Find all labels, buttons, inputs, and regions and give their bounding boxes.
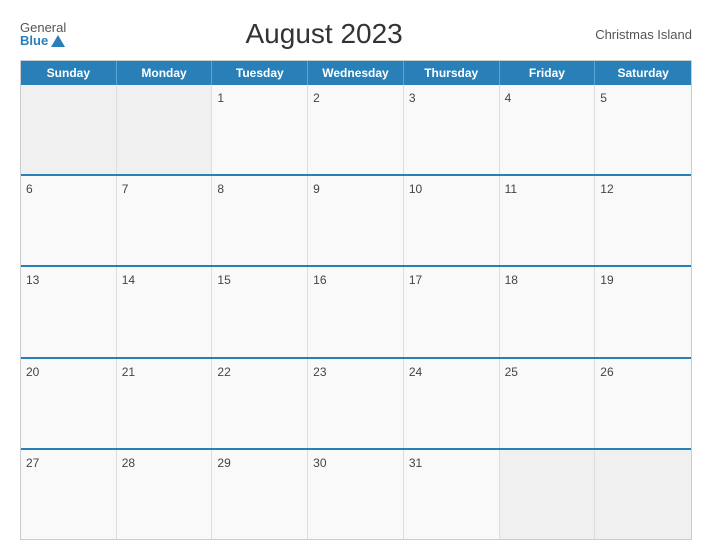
cell-w2-d6: 12 <box>595 176 691 265</box>
cell-w5-d5 <box>500 450 596 539</box>
header-wednesday: Wednesday <box>308 61 404 85</box>
cell-w5-d2: 29 <box>212 450 308 539</box>
day-number: 16 <box>313 273 326 287</box>
cell-w3-d0: 13 <box>21 267 117 356</box>
calendar-header: Sunday Monday Tuesday Wednesday Thursday… <box>21 61 691 85</box>
header: General Blue August 2023 Christmas Islan… <box>20 18 692 50</box>
cell-w2-d2: 8 <box>212 176 308 265</box>
cell-w3-d6: 19 <box>595 267 691 356</box>
day-number: 28 <box>122 456 135 470</box>
day-number: 19 <box>600 273 613 287</box>
day-number: 27 <box>26 456 39 470</box>
cell-w4-d4: 24 <box>404 359 500 448</box>
calendar-body: 1234567891011121314151617181920212223242… <box>21 85 691 539</box>
cell-w3-d1: 14 <box>117 267 213 356</box>
header-tuesday: Tuesday <box>212 61 308 85</box>
day-number: 12 <box>600 182 613 196</box>
cell-w3-d2: 15 <box>212 267 308 356</box>
logo-triangle-icon <box>51 35 65 47</box>
region-label: Christmas Island <box>582 27 692 42</box>
cell-w5-d3: 30 <box>308 450 404 539</box>
cell-w2-d5: 11 <box>500 176 596 265</box>
day-number: 2 <box>313 91 320 105</box>
page: General Blue August 2023 Christmas Islan… <box>0 0 712 550</box>
day-number: 22 <box>217 365 230 379</box>
week-3: 13 14 15 16 17 18 19 <box>21 267 691 358</box>
week-5: 27 28 29 30 31 <box>21 450 691 539</box>
cell-w3-d5: 18 <box>500 267 596 356</box>
day-number: 29 <box>217 456 230 470</box>
cell-w1-d4: 3 <box>404 85 500 174</box>
cell-w1-d5: 4 <box>500 85 596 174</box>
day-number: 21 <box>122 365 135 379</box>
header-monday: Monday <box>117 61 213 85</box>
day-number: 26 <box>600 365 613 379</box>
day-number: 30 <box>313 456 326 470</box>
cell-w2-d1: 7 <box>117 176 213 265</box>
cell-w1-d3: 2 <box>308 85 404 174</box>
calendar: Sunday Monday Tuesday Wednesday Thursday… <box>20 60 692 540</box>
day-number: 7 <box>122 182 129 196</box>
day-number: 31 <box>409 456 422 470</box>
cell-w5-d1: 28 <box>117 450 213 539</box>
cell-w3-d4: 17 <box>404 267 500 356</box>
day-number: 11 <box>505 182 517 196</box>
day-number: 17 <box>409 273 422 287</box>
week-2: 6 7 8 9 10 11 12 <box>21 176 691 267</box>
cell-w1-d2: 1 <box>212 85 308 174</box>
header-sunday: Sunday <box>21 61 117 85</box>
day-number: 25 <box>505 365 518 379</box>
cell-w4-d6: 26 <box>595 359 691 448</box>
day-number: 24 <box>409 365 422 379</box>
cell-w5-d0: 27 <box>21 450 117 539</box>
header-thursday: Thursday <box>404 61 500 85</box>
day-number: 5 <box>600 91 607 105</box>
cell-w2-d4: 10 <box>404 176 500 265</box>
day-number: 20 <box>26 365 39 379</box>
header-saturday: Saturday <box>595 61 691 85</box>
cell-w5-d4: 31 <box>404 450 500 539</box>
cell-w1-d6: 5 <box>595 85 691 174</box>
cell-w2-d3: 9 <box>308 176 404 265</box>
cell-w5-d6 <box>595 450 691 539</box>
cell-w4-d3: 23 <box>308 359 404 448</box>
day-number: 13 <box>26 273 39 287</box>
day-number: 6 <box>26 182 33 196</box>
cell-w4-d2: 22 <box>212 359 308 448</box>
day-number: 23 <box>313 365 326 379</box>
day-number: 18 <box>505 273 518 287</box>
week-4: 20 21 22 23 24 25 26 <box>21 359 691 450</box>
cell-w4-d5: 25 <box>500 359 596 448</box>
cell-w4-d0: 20 <box>21 359 117 448</box>
day-number: 1 <box>217 91 224 105</box>
week-1: 1 2 3 4 5 <box>21 85 691 176</box>
calendar-title: August 2023 <box>66 18 582 50</box>
cell-w1-d0 <box>21 85 117 174</box>
header-friday: Friday <box>500 61 596 85</box>
cell-w3-d3: 16 <box>308 267 404 356</box>
logo: General Blue <box>20 21 66 47</box>
cell-w1-d1 <box>117 85 213 174</box>
day-number: 4 <box>505 91 512 105</box>
day-number: 9 <box>313 182 320 196</box>
day-number: 3 <box>409 91 416 105</box>
day-number: 14 <box>122 273 135 287</box>
day-number: 8 <box>217 182 224 196</box>
cell-w4-d1: 21 <box>117 359 213 448</box>
day-number: 10 <box>409 182 422 196</box>
logo-blue-text: Blue <box>20 34 65 47</box>
day-number: 15 <box>217 273 230 287</box>
cell-w2-d0: 6 <box>21 176 117 265</box>
